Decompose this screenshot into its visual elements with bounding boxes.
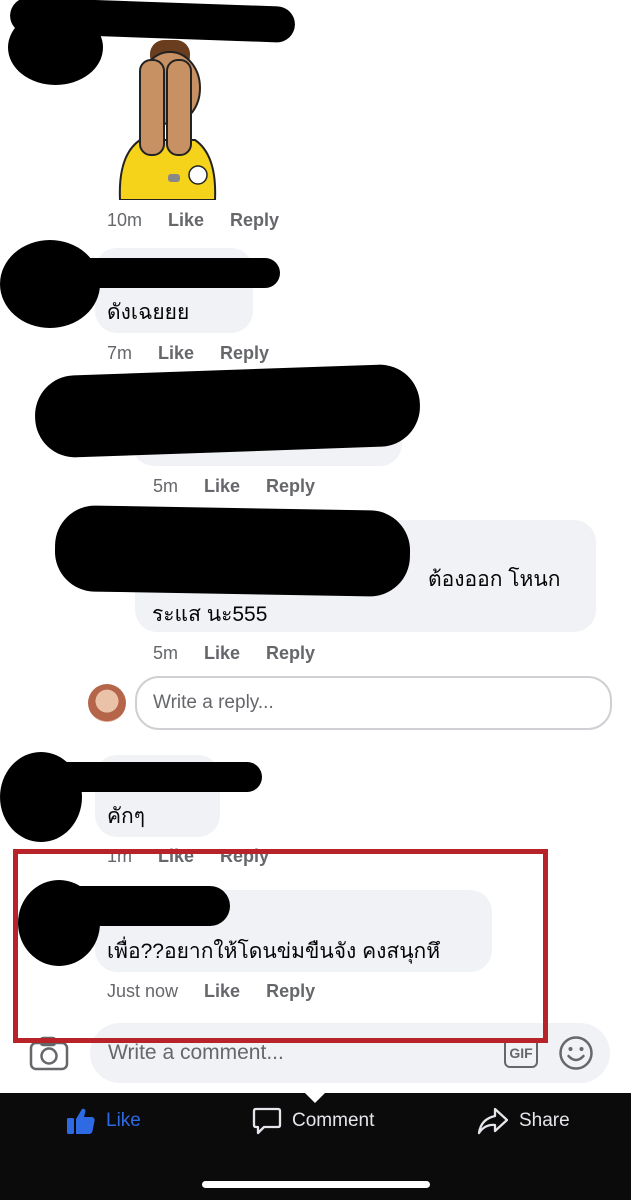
- reply-link[interactable]: Reply: [230, 210, 279, 231]
- like-link[interactable]: Like: [204, 476, 240, 497]
- redacted-avatar: [0, 240, 100, 328]
- comment-meta: 5m Like Reply: [153, 476, 316, 497]
- share-icon: [477, 1107, 509, 1135]
- reply-link[interactable]: Reply: [220, 846, 269, 867]
- comment-icon: [252, 1107, 282, 1135]
- comment-meta: 10m Like Reply: [107, 210, 280, 231]
- like-link[interactable]: Like: [204, 643, 240, 664]
- reply-link[interactable]: Reply: [266, 643, 315, 664]
- reply-link[interactable]: Reply: [220, 343, 269, 364]
- redacted-avatar: [8, 10, 103, 85]
- comment-text-line1: ต้องออก โหนก: [428, 568, 561, 591]
- redacted-avatar: [18, 880, 100, 966]
- share-button[interactable]: Share: [477, 1107, 570, 1135]
- like-link[interactable]: Like: [168, 210, 204, 231]
- comment-button[interactable]: Comment: [252, 1107, 374, 1135]
- comment-text: ดังเฉยยย: [107, 301, 190, 324]
- thumbs-up-icon: [66, 1107, 96, 1135]
- user-avatar: [88, 684, 126, 722]
- comment-meta: 7m Like Reply: [107, 343, 270, 364]
- like-link[interactable]: Like: [158, 343, 194, 364]
- redacted-content: [33, 363, 422, 459]
- reply-link[interactable]: Reply: [266, 476, 315, 497]
- camera-icon[interactable]: [29, 1036, 69, 1072]
- referee-sticker: [110, 40, 225, 201]
- home-indicator: [202, 1181, 430, 1188]
- reply-link[interactable]: Reply: [266, 981, 315, 1002]
- comment-text-line2: ระแส นะ555: [152, 603, 268, 626]
- redacted-avatar: [0, 752, 82, 842]
- comment-text: เพื่อ??อยากให้โดนข่มขืนจัง คงสนุกหึ: [107, 940, 441, 963]
- gif-icon[interactable]: GIF: [504, 1038, 538, 1068]
- comment-meta: 1m Like Reply: [107, 846, 270, 867]
- like-link[interactable]: Like: [158, 846, 194, 867]
- comment-meta: Just now Like Reply: [107, 981, 316, 1002]
- like-button[interactable]: Like: [66, 1107, 141, 1135]
- emoji-icon[interactable]: [558, 1035, 594, 1071]
- comment-text: คักๆ: [107, 805, 146, 828]
- reply-input[interactable]: Write a reply...: [135, 676, 612, 730]
- redacted-name: [54, 504, 411, 598]
- comment-pointer: [303, 1091, 327, 1103]
- comment-meta: 5m Like Reply: [153, 643, 316, 664]
- like-link[interactable]: Like: [204, 981, 240, 1002]
